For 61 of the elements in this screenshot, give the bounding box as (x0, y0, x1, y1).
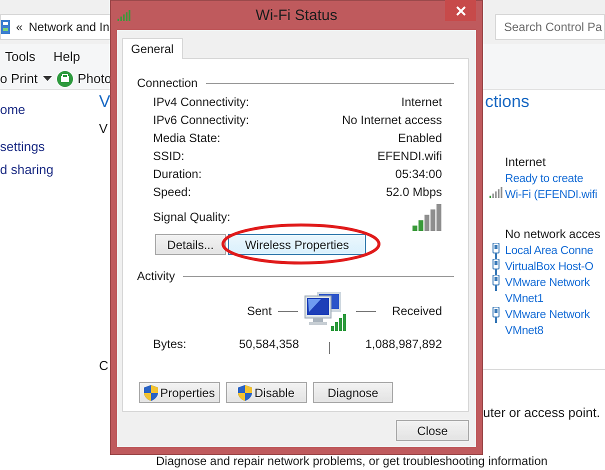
body-text: uter or access point. (483, 405, 602, 421)
bytes-received-value: 1,088,987,892 (364, 337, 442, 351)
field-value: Enabled (398, 131, 442, 145)
dialog-button[interactable]: Details... (155, 234, 226, 255)
field-label: IPv4 Connectivity: (153, 95, 250, 109)
breadcrumb-chevron[interactable]: « (16, 20, 23, 34)
caret-icon[interactable] (42, 76, 52, 81)
page-heading: V (99, 91, 110, 113)
body-text: V (99, 121, 108, 137)
group-label: Activity (137, 269, 176, 283)
close-icon[interactable] (456, 6, 466, 16)
adapter-link[interactable]: VMware Network VMnet1 (505, 275, 590, 307)
dialog-button[interactable]: Wireless Properties (228, 234, 366, 255)
connections-heading: ctions (485, 91, 530, 113)
field-label: IPv6 Connectivity: (153, 113, 250, 127)
window-title: Wi-Fi Status (256, 7, 338, 24)
dialog-button[interactable]: Diagnose (313, 382, 393, 403)
field-label: Duration: (153, 167, 202, 181)
access-type-label: No network acces (505, 226, 600, 243)
field-label: Media State: (153, 131, 220, 145)
field-label: SSID: (153, 149, 184, 163)
section-text: C (99, 358, 108, 374)
close-dialog-button[interactable]: Close (396, 420, 469, 441)
tab[interactable]: General (122, 38, 183, 59)
homegroup-link[interactable]: Ready to create (505, 171, 584, 187)
wifi-signal-icon (117, 10, 131, 21)
signal-quality-icon (412, 204, 442, 230)
field-label: Speed: (153, 185, 192, 199)
shield-icon (144, 384, 158, 400)
shield-icon (238, 384, 252, 400)
troubleshoot-text: Diagnose and repair network problems, or get troubleshooting information (156, 454, 548, 468)
field-value: 52.0 Mbps (386, 185, 442, 199)
nav-link[interactable]: settings (0, 138, 99, 156)
bytes-label: Bytes: (153, 337, 188, 351)
group-label: Connection (137, 76, 198, 90)
adapter-link[interactable]: VirtualBox Host-O (505, 259, 594, 275)
photo-button[interactable]: Photo (78, 71, 112, 86)
wifi-link[interactable]: Wi-Fi (EFENDI.wifi (505, 187, 598, 203)
field-value: EFENDI.wifi (377, 149, 442, 163)
sent-label: Sent (247, 304, 273, 318)
close-button[interactable] (445, 0, 476, 21)
menu-item[interactable]: Tools (5, 48, 36, 64)
received-label: Received (390, 304, 442, 318)
dialog-button[interactable]: Properties (139, 382, 220, 403)
nav-link[interactable]: ome (0, 101, 99, 119)
bytes-sent-value: 50,584,358 (238, 337, 299, 351)
field-value: Internet (401, 95, 442, 109)
print-button[interactable]: o Print (0, 71, 38, 86)
adapter-link[interactable]: Local Area Conne (505, 243, 594, 259)
wifi-signal-icon (489, 187, 503, 198)
search-field[interactable]: Search Control Pa (495, 14, 605, 40)
adapter-link[interactable]: VMware Network VMnet8 (505, 307, 590, 339)
menu-item[interactable]: Help (53, 48, 80, 64)
field-value: 05:34:00 (395, 167, 442, 181)
field-value: No Internet access (342, 113, 442, 127)
printer-icon (56, 70, 73, 86)
nav-link[interactable]: d sharing (0, 161, 99, 179)
dialog-button[interactable]: Disable (226, 382, 307, 403)
access-type-label: Internet (505, 154, 546, 171)
breadcrumb-text[interactable]: Network and In (28, 20, 110, 34)
field-label: Signal Quality: (153, 210, 230, 224)
